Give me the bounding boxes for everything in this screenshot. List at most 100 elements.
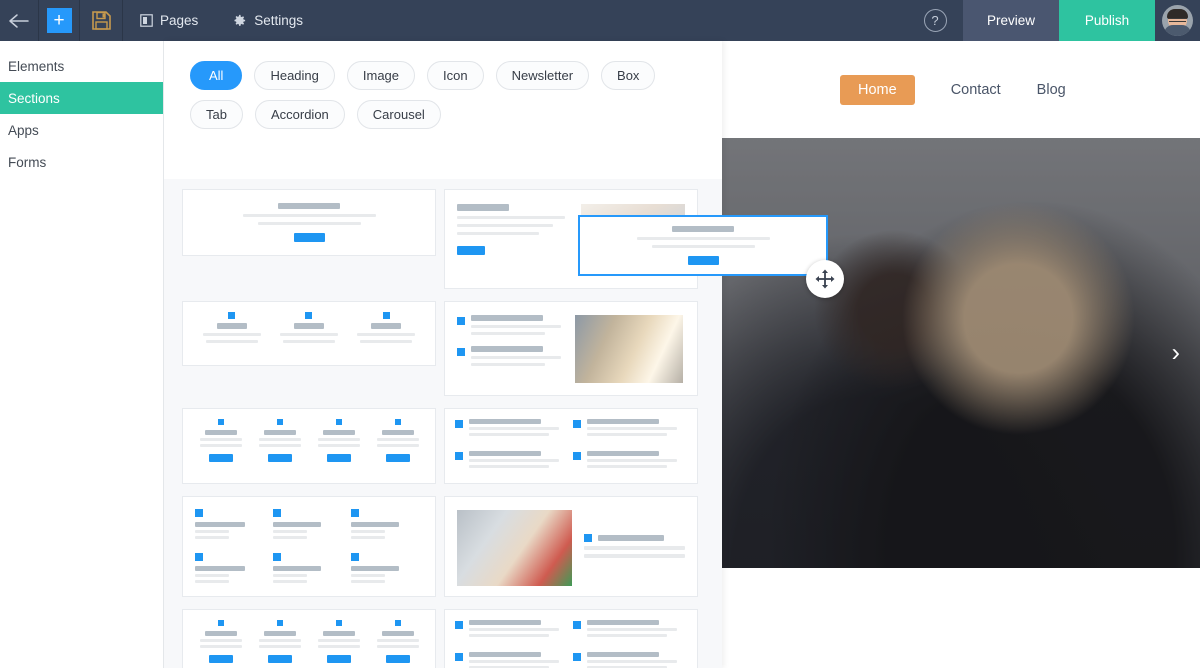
skeleton-icon-row bbox=[573, 419, 679, 442]
skeleton-line bbox=[469, 433, 549, 436]
site-nav-contact[interactable]: Contact bbox=[951, 82, 1001, 98]
help-button[interactable]: ? bbox=[907, 0, 963, 41]
skeleton-line bbox=[457, 232, 539, 235]
skeleton-heading bbox=[351, 565, 399, 571]
skeleton-button bbox=[293, 233, 325, 242]
skeleton-image bbox=[575, 315, 683, 383]
skeleton-icon bbox=[394, 419, 401, 425]
avatar-body bbox=[1164, 25, 1191, 36]
dragged-section-preview[interactable] bbox=[578, 215, 828, 276]
chevron-right-icon[interactable]: › bbox=[1172, 340, 1180, 366]
skeleton-heading bbox=[469, 620, 541, 625]
skeleton-line bbox=[376, 639, 419, 642]
avatar-glasses bbox=[1169, 18, 1186, 22]
sidebar-item-sections[interactable]: Sections bbox=[0, 82, 163, 114]
skeleton-line bbox=[587, 427, 677, 430]
section-thumbnail-two-by-two-icons-2[interactable] bbox=[444, 609, 698, 668]
filter-chip-box[interactable]: Box bbox=[601, 61, 656, 90]
skeleton-line bbox=[469, 458, 559, 462]
skeleton-heading bbox=[216, 323, 247, 329]
skeleton-icon-row bbox=[455, 651, 561, 668]
skeleton-line bbox=[471, 363, 545, 366]
skeleton-heading bbox=[381, 430, 414, 435]
skeleton-icon-row bbox=[573, 450, 679, 474]
user-avatar-button[interactable] bbox=[1155, 0, 1200, 41]
drag-move-handle[interactable] bbox=[806, 260, 844, 298]
skeleton-heading bbox=[293, 323, 324, 329]
skeleton-line bbox=[376, 444, 419, 447]
skeleton-line bbox=[273, 579, 307, 583]
sidebar-item-label: Apps bbox=[8, 122, 39, 138]
skeleton-heading bbox=[471, 315, 543, 321]
skeleton-line bbox=[273, 536, 307, 539]
skeleton-line bbox=[587, 628, 677, 631]
pages-menu-button[interactable]: Pages bbox=[123, 0, 215, 41]
add-element-button[interactable]: + bbox=[39, 0, 79, 41]
skeleton-text bbox=[587, 651, 679, 668]
skeleton-line bbox=[317, 438, 360, 441]
pages-label: Pages bbox=[160, 13, 199, 28]
skeleton-column bbox=[368, 419, 427, 473]
section-thumbnail-image-text[interactable] bbox=[444, 496, 698, 597]
skeleton-line bbox=[360, 340, 413, 343]
filter-chip-carousel[interactable]: Carousel bbox=[356, 100, 441, 129]
skeleton-heading bbox=[587, 620, 659, 625]
skeleton-column bbox=[309, 620, 368, 668]
skeleton-line bbox=[317, 645, 360, 648]
section-thumbnail-four-column-buttons[interactable] bbox=[182, 408, 436, 484]
skeleton-icon bbox=[573, 621, 581, 629]
sidebar-item-apps[interactable]: Apps bbox=[0, 114, 163, 146]
site-navigation: Home Contact Blog bbox=[722, 41, 1200, 138]
skeleton-icon bbox=[455, 621, 463, 629]
filter-chip-newsletter[interactable]: Newsletter bbox=[495, 61, 590, 90]
skeleton-icon bbox=[217, 620, 224, 626]
skeleton-line bbox=[258, 438, 301, 441]
skeleton-heading bbox=[471, 346, 543, 352]
skeleton-line bbox=[376, 645, 419, 648]
skeleton-column bbox=[191, 620, 250, 668]
filter-chip-tab[interactable]: Tab bbox=[190, 100, 243, 129]
skeleton-heading bbox=[204, 430, 237, 435]
skeleton-icon bbox=[455, 451, 463, 460]
section-thumbnail-two-by-two-icons[interactable] bbox=[444, 408, 698, 484]
skeleton-heading bbox=[598, 535, 664, 541]
sidebar-item-elements[interactable]: Elements bbox=[0, 50, 163, 82]
skeleton-icon-row bbox=[457, 315, 565, 335]
skeleton-heading bbox=[273, 565, 321, 571]
section-thumbnail-icon-list-image[interactable] bbox=[444, 301, 698, 396]
settings-label: Settings bbox=[254, 13, 304, 28]
section-thumbnail-centered-heading[interactable] bbox=[182, 189, 436, 256]
skeleton-image bbox=[457, 510, 572, 586]
skeleton-line bbox=[587, 659, 677, 663]
publish-button[interactable]: Publish bbox=[1059, 0, 1155, 41]
skeleton-heading bbox=[263, 430, 296, 435]
preview-button[interactable]: Preview bbox=[963, 0, 1059, 41]
sidebar-item-forms[interactable]: Forms bbox=[0, 146, 163, 178]
site-nav-blog[interactable]: Blog bbox=[1037, 82, 1066, 98]
skeleton-line bbox=[587, 464, 667, 468]
skeleton-line bbox=[469, 464, 549, 468]
page-icon bbox=[140, 14, 153, 27]
filter-chip-all[interactable]: All bbox=[190, 61, 243, 90]
section-thumbnail-three-by-two-icons[interactable] bbox=[182, 496, 436, 597]
skeleton-line bbox=[257, 222, 361, 225]
site-nav-home[interactable]: Home bbox=[840, 74, 915, 105]
filter-chip-accordion[interactable]: Accordion bbox=[254, 100, 345, 129]
skeleton-line bbox=[584, 546, 685, 550]
filter-chip-heading[interactable]: Heading bbox=[254, 61, 335, 90]
skeleton-icon bbox=[573, 652, 581, 661]
skeleton-icon bbox=[217, 419, 224, 425]
skeleton-icon bbox=[457, 317, 465, 325]
skeleton-icon bbox=[276, 620, 283, 626]
save-button[interactable] bbox=[80, 0, 122, 41]
skeleton-text-column bbox=[457, 204, 571, 274]
back-button[interactable] bbox=[0, 0, 38, 41]
skeleton-button bbox=[687, 256, 719, 265]
section-thumbnail-four-column-buttons-2[interactable] bbox=[182, 609, 436, 668]
skeleton-line bbox=[351, 530, 385, 533]
filter-chip-icon[interactable]: Icon bbox=[427, 61, 484, 90]
section-thumbnail-three-column-icons[interactable] bbox=[182, 301, 436, 366]
skeleton-heading bbox=[587, 651, 659, 657]
filter-chip-image[interactable]: Image bbox=[346, 61, 416, 90]
settings-menu-button[interactable]: Settings bbox=[215, 0, 320, 41]
